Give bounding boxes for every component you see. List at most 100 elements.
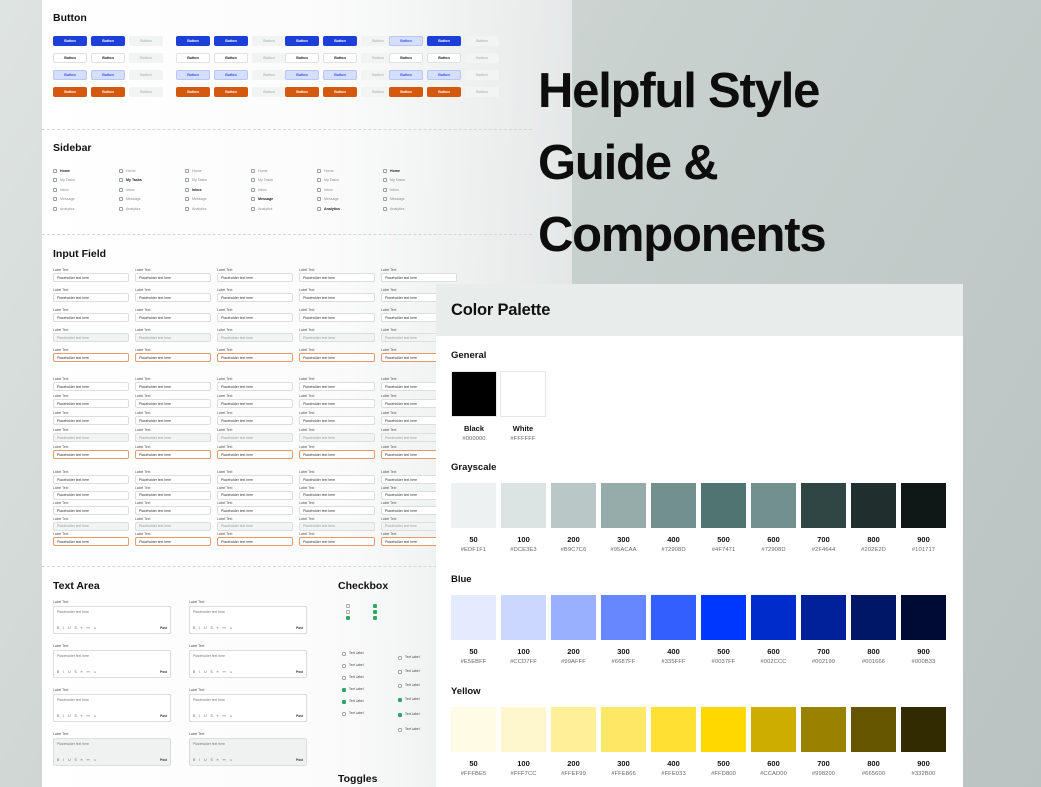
button-example[interactable]: Button xyxy=(91,36,125,46)
text-input[interactable]: Placeholder text here xyxy=(53,382,129,391)
button-example[interactable]: Button xyxy=(323,53,357,63)
button-example[interactable]: Button xyxy=(252,53,286,63)
button-example[interactable]: Button xyxy=(285,36,319,46)
button-example[interactable]: Button xyxy=(389,70,423,80)
checkbox[interactable] xyxy=(373,604,377,608)
button-example[interactable]: Button xyxy=(129,87,163,97)
sidebar-item[interactable]: My Tasks xyxy=(251,176,311,186)
text-input[interactable]: Placeholder text here xyxy=(299,399,375,408)
text-input[interactable]: Placeholder text here xyxy=(299,537,375,546)
text-input[interactable]: Placeholder text here xyxy=(135,433,211,442)
text-input[interactable]: Placeholder text here xyxy=(299,293,375,302)
formatting-toolbar[interactable]: B I U S ≡ ⚯ ☺ xyxy=(193,714,234,718)
button-example[interactable]: Button xyxy=(465,70,499,80)
text-input[interactable]: Placeholder text here xyxy=(217,293,293,302)
button-example[interactable]: Button xyxy=(427,36,461,46)
button-example[interactable]: Button xyxy=(129,36,163,46)
text-input[interactable]: Placeholder text here xyxy=(217,273,293,282)
button-example[interactable]: Button xyxy=(427,53,461,63)
textarea-input[interactable]: Placeholder text here B I U S ≡ ⚯ ☺ Post xyxy=(53,650,171,678)
text-input[interactable]: Placeholder text here xyxy=(299,433,375,442)
formatting-toolbar[interactable]: B I U S ≡ ⚯ ☺ xyxy=(57,758,98,762)
button-example[interactable]: Button xyxy=(91,70,125,80)
button-example[interactable]: Button xyxy=(129,70,163,80)
textarea-input[interactable]: Placeholder text here B I U S ≡ ⚯ ☺ Post xyxy=(189,650,307,678)
sidebar-item[interactable]: Inbox xyxy=(119,185,179,195)
text-input[interactable]: Placeholder text here xyxy=(217,450,293,459)
sidebar-item[interactable]: Analytics xyxy=(383,204,443,214)
checkbox[interactable] xyxy=(398,684,402,688)
button-example[interactable]: Button xyxy=(389,53,423,63)
sidebar-item[interactable]: Home xyxy=(383,166,443,176)
text-input[interactable]: Placeholder text here xyxy=(299,450,375,459)
checkbox[interactable] xyxy=(398,656,402,660)
post-button[interactable]: Post xyxy=(160,714,167,718)
button-example[interactable]: Button xyxy=(252,36,286,46)
sidebar-item[interactable]: Message xyxy=(317,195,377,205)
checkbox[interactable] xyxy=(342,712,346,716)
button-example[interactable]: Button xyxy=(53,53,87,63)
text-input[interactable]: Placeholder text here xyxy=(135,490,211,500)
text-input[interactable]: Placeholder text here xyxy=(299,313,375,322)
button-example[interactable]: Button xyxy=(389,87,423,97)
text-input[interactable]: Placeholder text here xyxy=(53,293,129,302)
sidebar-item[interactable]: Inbox xyxy=(53,185,113,195)
sidebar-item[interactable]: Analytics xyxy=(251,204,311,214)
text-input[interactable]: Placeholder text here xyxy=(135,273,211,282)
text-input[interactable]: Placeholder text here xyxy=(53,273,129,282)
textarea-input[interactable]: Placeholder text here B I U S ≡ ⚯ ☺ Post xyxy=(189,738,307,766)
text-input[interactable]: Placeholder text here xyxy=(299,382,375,391)
checkbox[interactable] xyxy=(342,700,346,704)
text-input[interactable]: Placeholder text here xyxy=(217,506,293,515)
text-input[interactable]: Placeholder text here xyxy=(135,450,211,459)
text-input[interactable]: Placeholder text here xyxy=(217,399,293,408)
button-example[interactable]: Button xyxy=(323,87,357,97)
post-button[interactable]: Post xyxy=(160,626,167,630)
text-input[interactable]: Placeholder text here xyxy=(299,333,375,342)
button-example[interactable]: Button xyxy=(465,53,499,63)
button-example[interactable]: Button xyxy=(129,53,163,63)
text-input[interactable]: Placeholder text here xyxy=(299,490,375,500)
button-example[interactable]: Button xyxy=(389,36,423,46)
sidebar-item[interactable]: Message xyxy=(119,195,179,205)
button-example[interactable]: Button xyxy=(214,36,248,46)
sidebar-item[interactable]: My Tasks xyxy=(53,176,113,186)
textarea-input[interactable]: Placeholder text here B I U S ≡ ⚯ ☺ Post xyxy=(53,738,171,766)
checkbox[interactable] xyxy=(346,604,350,608)
sidebar-item[interactable]: Analytics xyxy=(119,204,179,214)
text-input[interactable]: Placeholder text here xyxy=(135,293,211,302)
button-example[interactable]: Button xyxy=(427,70,461,80)
textarea-input[interactable]: Placeholder text here B I U S ≡ ⚯ ☺ Post xyxy=(53,694,171,722)
checkbox[interactable] xyxy=(373,616,377,620)
post-button[interactable]: Post xyxy=(160,758,167,762)
text-input[interactable]: Placeholder text here xyxy=(299,475,375,484)
button-example[interactable]: Button xyxy=(53,87,87,97)
button-example[interactable]: Button xyxy=(465,36,499,46)
text-input[interactable]: Placeholder text here xyxy=(217,416,293,425)
sidebar-item[interactable]: Message xyxy=(53,195,113,205)
text-input[interactable]: Placeholder text here xyxy=(299,353,375,362)
formatting-toolbar[interactable]: B I U S ≡ ⚯ ☺ xyxy=(57,626,98,630)
sidebar-item[interactable]: Home xyxy=(53,166,113,176)
button-example[interactable]: Button xyxy=(53,36,87,46)
post-button[interactable]: Post xyxy=(296,670,303,674)
text-input[interactable]: Placeholder text here xyxy=(53,313,129,322)
sidebar-item[interactable]: Home xyxy=(251,166,311,176)
text-input[interactable]: Placeholder text here xyxy=(53,399,129,408)
sidebar-item[interactable]: Message xyxy=(383,195,443,205)
text-input[interactable]: Placeholder text here xyxy=(299,273,375,282)
button-example[interactable]: Button xyxy=(91,53,125,63)
button-example[interactable]: Button xyxy=(252,70,286,80)
text-input[interactable]: Placeholder text here xyxy=(135,399,211,408)
sidebar-item[interactable]: Home xyxy=(119,166,179,176)
sidebar-item[interactable]: Inbox xyxy=(383,185,443,195)
button-example[interactable]: Button xyxy=(285,70,319,80)
button-example[interactable]: Button xyxy=(176,70,210,80)
sidebar-item[interactable]: Inbox xyxy=(185,185,245,195)
button-example[interactable]: Button xyxy=(91,87,125,97)
text-input[interactable]: Placeholder text here xyxy=(53,490,129,500)
text-input[interactable]: Placeholder text here xyxy=(53,450,129,459)
formatting-toolbar[interactable]: B I U S ≡ ⚯ ☺ xyxy=(57,714,98,718)
text-input[interactable]: Placeholder text here xyxy=(53,333,129,342)
checkbox[interactable] xyxy=(346,610,350,614)
